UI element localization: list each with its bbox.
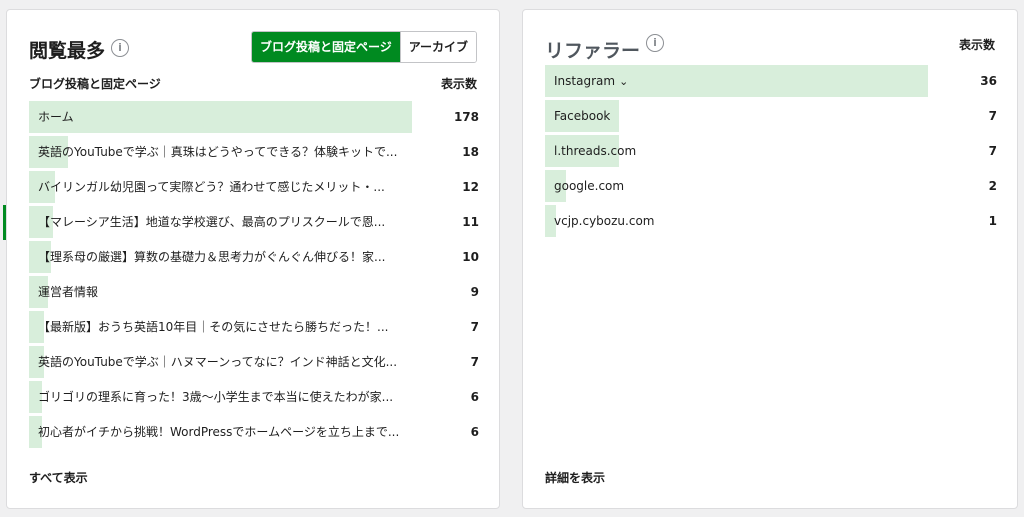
item-label[interactable]: ホーム [38, 100, 74, 135]
list-item[interactable]: 英語のYouTubeで学ぶ｜ハヌマーンってなに？インド神話と文化... 7 [29, 345, 479, 380]
list-item[interactable]: 英語のYouTubeで学ぶ｜真珠はどうやってできる？体験キットで... 18 [29, 135, 479, 170]
item-label[interactable]: 運営者情報 [38, 275, 98, 310]
item-views: 11 [462, 215, 479, 229]
item-label[interactable]: ゴリゴリの理系に育った！3歳〜小学生まで本当に使えたわが家... [38, 380, 393, 415]
item-views: 7 [988, 144, 997, 158]
item-views: 36 [980, 74, 997, 88]
info-icon[interactable]: i [111, 39, 129, 57]
most-viewed-list: ホーム 178 英語のYouTubeで学ぶ｜真珠はどうやってできる？体験キットで..… [29, 100, 479, 450]
view-bar [29, 101, 412, 133]
view-toggle: ブログ投稿と固定ページ アーカイブ [250, 31, 477, 63]
item-label[interactable]: l.threads.com [554, 134, 636, 169]
info-icon[interactable]: i [646, 34, 664, 52]
item-label[interactable]: Instagram ⌄ [554, 64, 628, 99]
list-item[interactable]: google.com 2 [545, 169, 997, 204]
item-label[interactable]: 英語のYouTubeで学ぶ｜ハヌマーンってなに？インド神話と文化... [38, 345, 397, 380]
item-label[interactable]: バイリンガル幼児園って実際どう？通わせて感じたメリット・... [38, 170, 385, 205]
list-item[interactable]: 【マレーシア生活】地道な学校選び、最高のプリスクールで恩... 11 [29, 205, 479, 240]
item-label[interactable]: google.com [554, 169, 624, 204]
item-label[interactable]: 英語のYouTubeで学ぶ｜真珠はどうやってできる？体験キットで... [38, 135, 397, 170]
column-header-label: ブログ投稿と固定ページ [29, 77, 161, 91]
toggle-posts-pages[interactable]: ブログ投稿と固定ページ [251, 32, 400, 62]
item-label[interactable]: 【マレーシア生活】地道な学校選び、最高のプリスクールで恩... [38, 205, 385, 240]
list-item[interactable]: ゴリゴリの理系に育った！3歳〜小学生まで本当に使えたわが家... 6 [29, 380, 479, 415]
referrers-card: リファラー i 表示数 Instagram ⌄ 36 Facebook 7 l.threa… [522, 9, 1018, 509]
list-item[interactable]: 【最新版】おうち英語10年目｜その気にさせたら勝ちだった！... 7 [29, 310, 479, 345]
item-views: 10 [462, 250, 479, 264]
view-details-link[interactable]: 詳細を表示 [545, 469, 605, 486]
chevron-down-icon[interactable]: ⌄ [619, 64, 628, 99]
list-item[interactable]: l.threads.com 7 [545, 134, 997, 169]
item-views: 7 [470, 320, 479, 334]
column-header-views: 表示数 [440, 77, 477, 91]
item-views: 7 [988, 109, 997, 123]
item-views: 7 [470, 355, 479, 369]
item-views: 178 [453, 110, 479, 124]
item-views: 9 [470, 285, 479, 299]
toggle-archive[interactable]: アーカイブ [399, 32, 476, 62]
item-label[interactable]: 【最新版】おうち英語10年目｜その気にさせたら勝ちだった！... [38, 310, 388, 345]
card-title: 閲覧最多 [29, 40, 106, 62]
item-label[interactable]: 【理系母の厳選】算数の基礎力＆思考力がぐんぐん伸びる！家... [38, 240, 385, 275]
list-item[interactable]: バイリンガル幼児園って実際どう？通わせて感じたメリット・... 12 [29, 170, 479, 205]
referrers-list: Instagram ⌄ 36 Facebook 7 l.threads.com 7 googl… [545, 64, 997, 239]
item-views: 18 [462, 145, 479, 159]
item-views: 6 [470, 390, 479, 404]
show-all-link[interactable]: すべて表示 [29, 469, 88, 486]
list-item[interactable]: vcjp.cybozu.com 1 [545, 204, 997, 239]
list-item[interactable]: 運営者情報 9 [29, 275, 479, 310]
item-label[interactable]: 初心者がイチから挑戦！WordPressでホームページを立ち上まで... [38, 415, 399, 450]
list-item[interactable]: ホーム 178 [29, 100, 479, 135]
item-views: 12 [462, 180, 479, 194]
most-viewed-card: 閲覧最多 i ブログ投稿と固定ページ アーカイブ ブログ投稿と固定ページ 表示数… [6, 9, 500, 509]
list-item[interactable]: Facebook 7 [545, 99, 997, 134]
item-label[interactable]: Facebook [554, 99, 610, 134]
list-item[interactable]: Instagram ⌄ 36 [545, 64, 997, 99]
card-title: リファラー [545, 40, 641, 62]
list-item[interactable]: 【理系母の厳選】算数の基礎力＆思考力がぐんぐん伸びる！家... 10 [29, 240, 479, 275]
list-item[interactable]: 初心者がイチから挑戦！WordPressでホームページを立ち上まで... 6 [29, 415, 479, 450]
item-views: 6 [470, 425, 479, 439]
item-label[interactable]: vcjp.cybozu.com [554, 204, 654, 239]
column-header-views: 表示数 [958, 38, 995, 52]
item-views: 1 [988, 214, 997, 228]
item-views: 2 [988, 179, 997, 193]
